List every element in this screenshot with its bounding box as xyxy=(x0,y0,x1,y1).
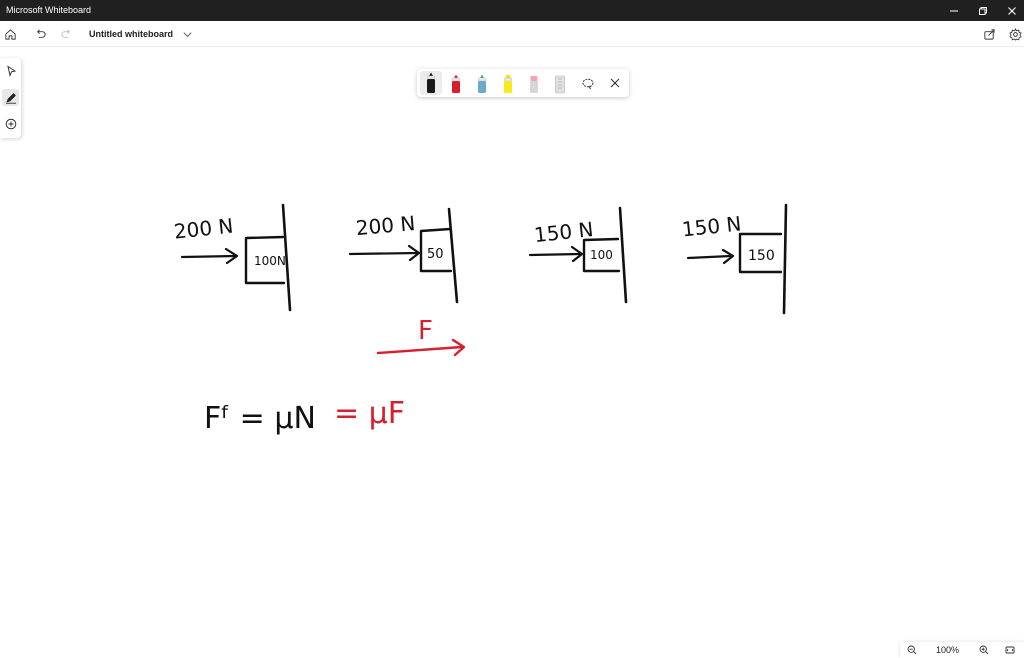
force-arrow-4 xyxy=(686,254,733,260)
red-pen-button[interactable] xyxy=(445,71,467,95)
arrowhead-4 xyxy=(721,248,735,265)
diagram-3: 150 N 100 xyxy=(528,206,628,304)
force-label-3: 150 N xyxy=(533,217,595,247)
redo-icon xyxy=(60,29,70,38)
force-label-1: 200 N xyxy=(173,214,235,244)
left-tool-panel xyxy=(0,58,21,138)
blue-pen-button[interactable] xyxy=(471,71,493,95)
whiteboard-canvas[interactable]: 200 N 100N 200 N 50 150 N 100 150 N 150 … xyxy=(0,0,1024,658)
ruler-icon xyxy=(555,75,565,94)
highlighter-button[interactable] xyxy=(497,71,519,95)
undo-button[interactable] xyxy=(32,26,48,42)
highlighter-icon xyxy=(504,74,512,93)
pen-tray xyxy=(417,69,629,97)
inking-tool-button[interactable] xyxy=(2,89,19,106)
wall-3 xyxy=(618,206,628,304)
add-content-button[interactable] xyxy=(2,115,19,132)
settings-button[interactable] xyxy=(1007,26,1023,42)
black-pen-icon xyxy=(427,72,435,93)
zoom-level: 100% xyxy=(936,645,960,655)
block-3 xyxy=(582,237,621,273)
minimize-icon xyxy=(950,10,958,11)
friction-equation: Fᶠ = μN = μF xyxy=(204,396,405,436)
zoom-bar: 100% xyxy=(900,642,1024,658)
block-1 xyxy=(244,235,286,285)
force-label-2: 200 N xyxy=(355,211,416,240)
close-icon xyxy=(610,78,620,88)
board-title[interactable]: Untitled whiteboard xyxy=(89,28,173,40)
diagram-2: 200 N 50 xyxy=(348,207,459,304)
force-arrow-1 xyxy=(180,254,238,259)
home-icon xyxy=(4,28,16,40)
red-force-label: F xyxy=(418,316,433,346)
black-pen-button[interactable] xyxy=(420,71,442,95)
zoom-out-icon xyxy=(907,645,917,655)
fit-to-screen-button[interactable] xyxy=(1004,644,1016,656)
undo-icon xyxy=(36,29,46,38)
close-pen-tray-button[interactable] xyxy=(604,71,626,95)
wall-1 xyxy=(281,203,292,312)
plus-circle-icon xyxy=(5,118,16,129)
redo-button[interactable] xyxy=(58,26,74,42)
diagram-4: 150 N 150 xyxy=(681,203,788,315)
zoom-in-button[interactable] xyxy=(978,644,990,656)
share-button[interactable] xyxy=(981,26,997,42)
block-4 xyxy=(738,232,783,274)
zoom-in-icon xyxy=(979,645,989,655)
block-2 xyxy=(419,227,453,273)
wall-4 xyxy=(782,203,788,315)
share-icon xyxy=(983,28,995,40)
red-arrowhead xyxy=(451,338,466,357)
pen-icon xyxy=(5,92,16,104)
blue-pen-icon xyxy=(478,74,486,93)
red-pen-icon xyxy=(452,74,460,93)
block-label-3: 100 xyxy=(590,248,613,262)
lasso-icon xyxy=(582,78,594,90)
zoom-out-button[interactable] xyxy=(906,644,918,656)
arrowhead-3 xyxy=(570,245,584,263)
restore-icon xyxy=(979,6,987,15)
equation-red: = μF xyxy=(334,396,405,431)
arrowhead-1 xyxy=(224,247,239,265)
app-title: Microsoft Whiteboard xyxy=(6,5,92,15)
close-window-button[interactable] xyxy=(995,0,1024,21)
force-label-4: 150 N xyxy=(681,211,743,241)
ruler-button[interactable] xyxy=(549,71,571,95)
equation-black: Fᶠ = μN xyxy=(204,401,316,436)
eraser-icon xyxy=(530,76,538,93)
close-icon xyxy=(1008,6,1016,15)
fit-screen-icon xyxy=(1005,646,1015,654)
force-arrow-2 xyxy=(348,251,420,256)
home-button[interactable] xyxy=(2,26,18,42)
title-bar: Microsoft Whiteboard xyxy=(0,0,1024,21)
diagram-1: 200 N 100N xyxy=(173,203,292,312)
block-label-2: 50 xyxy=(427,247,444,262)
chevron-down-icon xyxy=(182,31,192,37)
pointer-icon xyxy=(6,64,16,77)
lasso-select-button[interactable] xyxy=(577,71,599,95)
select-tool-button[interactable] xyxy=(2,62,19,79)
board-title-dropdown[interactable] xyxy=(179,26,195,42)
red-force-arrow xyxy=(376,345,464,355)
arrowhead-2 xyxy=(407,244,421,262)
app-toolbar: Untitled whiteboard xyxy=(0,21,1024,47)
block-label-4: 150 xyxy=(748,248,775,264)
block-label-1: 100N xyxy=(254,254,286,268)
gear-icon xyxy=(1008,27,1022,41)
red-force-annotation: F xyxy=(376,316,466,357)
eraser-button[interactable] xyxy=(523,71,545,95)
force-arrow-3 xyxy=(528,252,582,257)
wall-2 xyxy=(447,207,459,304)
